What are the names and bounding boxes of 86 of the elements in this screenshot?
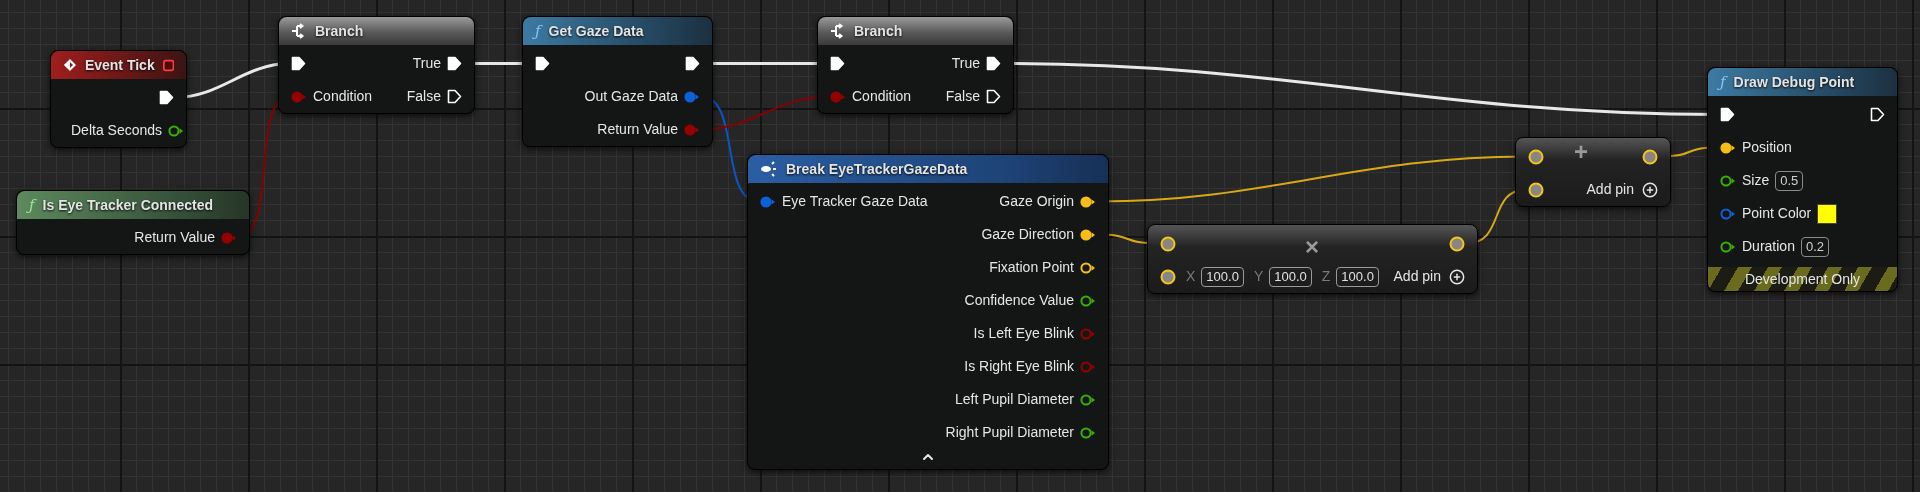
exec-pin[interactable] xyxy=(447,56,462,71)
pin-label: Size xyxy=(1742,171,1770,190)
data-pin[interactable] xyxy=(1080,228,1096,241)
data-pin[interactable] xyxy=(1080,195,1096,208)
exec-pin[interactable] xyxy=(291,56,306,71)
axis-label: Y xyxy=(1253,267,1264,286)
pin-label: Gaze Direction xyxy=(981,225,1074,244)
square-pin-icon[interactable] xyxy=(162,58,174,72)
pin-label: Left Pupil Diameter xyxy=(954,390,1074,409)
default-value-field[interactable]: 0.2 xyxy=(1800,236,1829,257)
exec-pin[interactable] xyxy=(1870,107,1885,122)
development-only-banner: Development Only xyxy=(1708,267,1897,291)
pin-label: Gaze Origin xyxy=(999,192,1074,211)
data-pin[interactable] xyxy=(1080,393,1096,406)
pin-label: Fixation Point xyxy=(989,258,1074,277)
axis-label: X xyxy=(1186,267,1196,286)
data-pin[interactable] xyxy=(1720,240,1736,253)
add-pin-button[interactable]: Add pin xyxy=(1586,179,1658,200)
pin-label: Is Left Eye Blink xyxy=(973,324,1074,343)
add-pin-button[interactable]: Add pin xyxy=(1393,266,1465,287)
graph-node[interactable]: ƒ Get Gaze Data Out Gaze Data Return Value xyxy=(522,16,713,147)
exec-pin[interactable] xyxy=(685,56,700,71)
color-swatch[interactable] xyxy=(1817,203,1838,224)
node-title: Event Tick xyxy=(84,55,155,75)
data-pin[interactable] xyxy=(1720,174,1736,187)
data-pin[interactable] xyxy=(1720,141,1736,154)
vector-value-field[interactable]: 100.0 xyxy=(1336,266,1379,287)
node-title: Get Gaze Data xyxy=(548,21,644,41)
graph-node[interactable]: Break EyeTrackerGazeData Eye Tracker Gaze Data Gaze Origin Gaze Direction Fixation Point Confidence Value Is Left Eye Blink Is Right Eye Blink Left Pupil Diameter Right Pupil Diameter xyxy=(747,154,1109,470)
data-pin[interactable] xyxy=(1080,294,1096,307)
pin-label: Return Value xyxy=(134,228,215,247)
pin-label: Delta Seconds xyxy=(71,121,163,140)
data-pin[interactable] xyxy=(1642,148,1658,165)
pin-label: Right Pupil Diameter xyxy=(945,423,1074,442)
graph-node[interactable]: Branch True Condition False xyxy=(278,16,475,114)
operator-symbol: × xyxy=(1305,235,1319,259)
pin-label: False xyxy=(406,87,441,106)
graph-canvas[interactable] xyxy=(0,0,1920,492)
pin-label: Condition xyxy=(852,87,912,106)
node-title: Break EyeTrackerGazeData xyxy=(786,159,968,179)
node-title: Branch xyxy=(854,21,903,41)
data-pin[interactable] xyxy=(1449,235,1465,252)
data-pin[interactable] xyxy=(168,124,185,137)
node-title: Is Eye Tracker Connected xyxy=(42,195,213,215)
plus-circle-icon xyxy=(1642,181,1658,198)
pin-label: Position xyxy=(1742,138,1792,157)
pin-label: Out Gaze Data xyxy=(584,87,678,106)
pin-label: Point Color xyxy=(1742,204,1812,223)
pin-label: False xyxy=(945,87,980,106)
axis-label: Z xyxy=(1321,267,1331,286)
exec-pin[interactable] xyxy=(830,56,845,71)
exec-pin[interactable] xyxy=(986,56,1001,71)
pin-label: Condition xyxy=(313,87,373,106)
data-pin[interactable] xyxy=(1080,261,1096,274)
exec-pin[interactable] xyxy=(447,89,462,104)
diamond-icon xyxy=(63,57,77,73)
pin-label: True xyxy=(412,54,441,73)
plus-circle-icon xyxy=(1449,268,1465,285)
default-value-field[interactable]: 0.5 xyxy=(1775,170,1804,191)
graph-node[interactable]: Add pin + xyxy=(1515,137,1671,207)
pin-label: Eye Tracker Gaze Data xyxy=(782,192,928,211)
pin-label: Return Value xyxy=(597,120,678,139)
node-title: Draw Debug Point xyxy=(1733,72,1855,92)
node-title: Branch xyxy=(315,21,364,41)
split-icon xyxy=(760,161,778,177)
data-pin[interactable] xyxy=(1528,148,1544,165)
exec-pin[interactable] xyxy=(159,90,174,105)
graph-node[interactable]: ƒ Draw Debug Point Position Size 0.5 Point Color Duration 0.2 Development Only xyxy=(1707,67,1898,292)
data-pin[interactable] xyxy=(1160,235,1176,252)
data-pin[interactable] xyxy=(1080,426,1096,439)
exec-pin[interactable] xyxy=(1720,107,1735,122)
data-pin[interactable] xyxy=(1160,268,1176,285)
exec-pin[interactable] xyxy=(535,56,550,71)
data-pin[interactable] xyxy=(1528,181,1544,198)
graph-node[interactable]: ƒ Is Eye Tracker Connected Return Value xyxy=(16,190,250,255)
vector-value-field[interactable]: 100.0 xyxy=(1201,266,1244,287)
graph-node[interactable]: Event Tick Delta Seconds xyxy=(50,50,187,148)
pin-label: Duration xyxy=(1742,237,1795,256)
operator-symbol: + xyxy=(1574,140,1588,164)
pin-label: Confidence Value xyxy=(964,291,1074,310)
exec-pin[interactable] xyxy=(986,89,1001,104)
pin-label: True xyxy=(951,54,980,73)
graph-node[interactable]: X 100.0 Y 100.0 Z 100.0 Add pin × xyxy=(1147,224,1478,294)
vector-value-field[interactable]: 100.0 xyxy=(1269,266,1312,287)
graph-node[interactable]: Branch True Condition False xyxy=(817,16,1014,114)
pin-label: Is Right Eye Blink xyxy=(964,357,1074,376)
